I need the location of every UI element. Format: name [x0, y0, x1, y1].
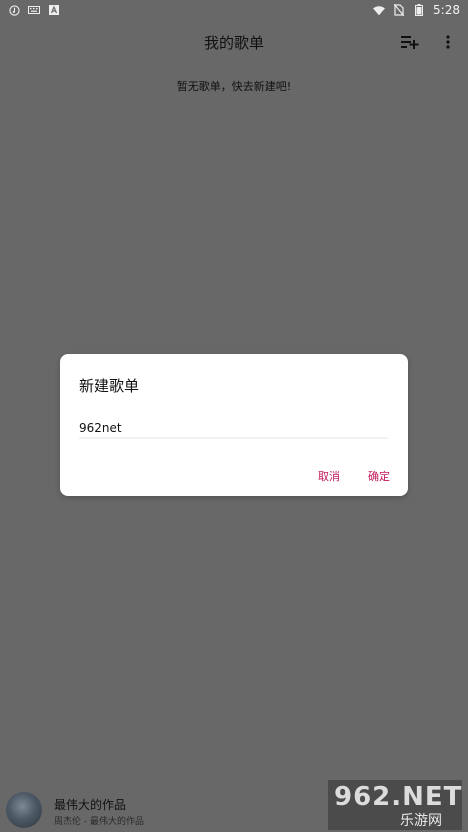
watermark-logo: 962.NET 乐游网: [328, 780, 462, 830]
keyboard-icon: [28, 4, 40, 16]
track-subtitle: 周杰伦 - 最伟大的作品: [54, 817, 144, 827]
dialog-title: 新建歌单: [79, 377, 140, 395]
app-bar-actions: [398, 20, 460, 64]
watermark-caption: 乐游网: [400, 813, 442, 829]
no-sim-icon: [393, 4, 405, 16]
track-title: 最伟大的作品: [54, 798, 127, 812]
cancel-button[interactable]: 取消: [318, 468, 340, 484]
empty-state-text: 暂无歌单，快去新建吧!: [176, 80, 292, 93]
status-right-icons: 5:28: [373, 3, 468, 17]
watermark-brand: 962.NET: [334, 782, 463, 812]
status-left-icons: [0, 4, 60, 16]
battery-icon: [413, 4, 425, 16]
playlist-add-icon[interactable]: [398, 30, 422, 54]
confirm-button[interactable]: 确定: [368, 468, 390, 484]
text-a-icon: [48, 4, 60, 16]
new-playlist-dialog: 新建歌单 取消 确定: [60, 354, 408, 496]
status-bar: 5:28: [0, 0, 468, 20]
app-bar: 我的歌单: [0, 20, 468, 64]
music-note-icon: [8, 4, 20, 16]
more-vert-icon[interactable]: [436, 30, 460, 54]
playlist-name-input[interactable]: [79, 418, 388, 438]
album-cover[interactable]: [6, 792, 42, 828]
status-time: 5:28: [433, 3, 460, 17]
page-title: 我的歌单: [203, 33, 264, 52]
wifi-icon: [373, 4, 386, 16]
input-underline: [79, 437, 388, 439]
